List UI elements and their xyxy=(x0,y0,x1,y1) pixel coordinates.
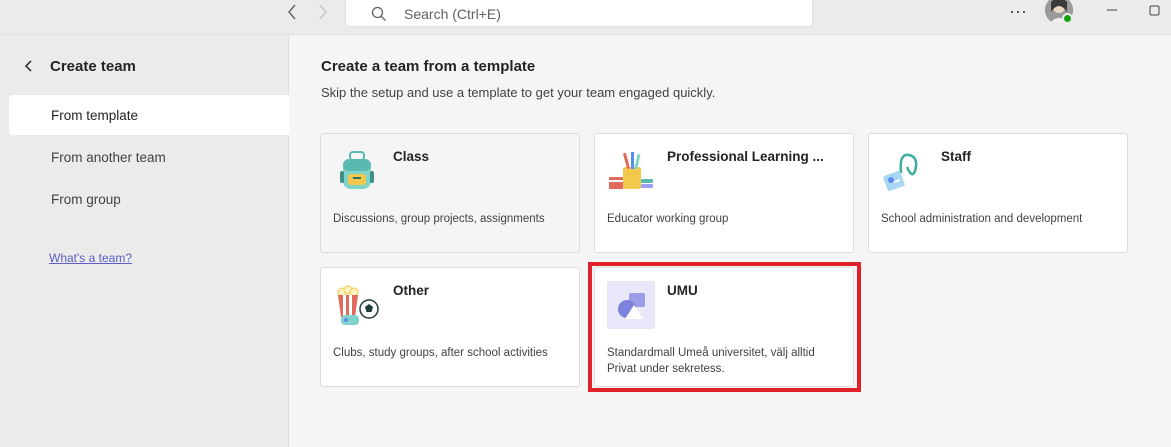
card-description: Standardmall Umeå universitet, välj allt… xyxy=(607,347,815,375)
card-title: Professional Learning ... xyxy=(667,149,824,164)
card-description: Clubs, study groups, after school activi… xyxy=(333,347,548,359)
sidebar-title: Create team xyxy=(50,57,136,75)
template-card-professional-learning[interactable]: Professional Learning ... Educator worki… xyxy=(594,133,854,253)
sidebar-item-from-another-team[interactable]: From another team xyxy=(9,137,289,177)
forward-arrow-icon[interactable] xyxy=(311,2,335,22)
more-options-icon[interactable]: ··· xyxy=(1006,2,1030,20)
template-card-staff[interactable]: Staff School administration and developm… xyxy=(868,133,1128,253)
minimize-icon[interactable] xyxy=(1100,3,1124,17)
popcorn-ball-icon xyxy=(333,281,381,329)
page-title: Create a team from a template xyxy=(321,58,536,75)
card-title: Staff xyxy=(941,149,971,164)
whats-a-team-link[interactable]: What's a team? xyxy=(49,251,132,265)
create-team-sidebar: Create team From template From another t… xyxy=(0,35,289,447)
search-input[interactable] xyxy=(404,5,784,23)
card-title: UMU xyxy=(667,283,698,298)
card-description: Educator working group xyxy=(607,213,729,225)
presence-available-icon xyxy=(1062,13,1073,24)
template-card-class[interactable]: Class Discussions, group projects, assig… xyxy=(320,133,580,253)
page-subtitle: Skip the setup and use a template to get… xyxy=(321,85,716,100)
card-description: Discussions, group projects, assignments xyxy=(333,213,545,225)
shapes-icon xyxy=(607,281,655,329)
chevron-left-icon xyxy=(22,59,36,73)
sidebar-item-from-template[interactable]: From template xyxy=(9,95,289,135)
search-box[interactable] xyxy=(345,0,813,27)
id-badge-lanyard-icon xyxy=(881,147,929,195)
backpack-icon xyxy=(333,147,381,195)
template-card-other[interactable]: Other Clubs, study groups, after school … xyxy=(320,267,580,387)
maximize-icon[interactable] xyxy=(1145,3,1165,19)
card-description: School administration and development xyxy=(881,213,1083,225)
search-icon xyxy=(371,6,387,22)
books-pencils-icon xyxy=(607,147,655,195)
card-title: Class xyxy=(393,149,430,164)
back-to-teams[interactable]: Create team xyxy=(22,55,136,77)
card-title: Other xyxy=(393,283,430,298)
back-arrow-icon[interactable] xyxy=(280,2,304,22)
sidebar-item-from-group[interactable]: From group xyxy=(9,179,289,219)
title-bar: ··· xyxy=(0,0,1171,35)
template-card-umu[interactable]: UMU Standardmall Umeå universitet, välj … xyxy=(594,267,854,387)
